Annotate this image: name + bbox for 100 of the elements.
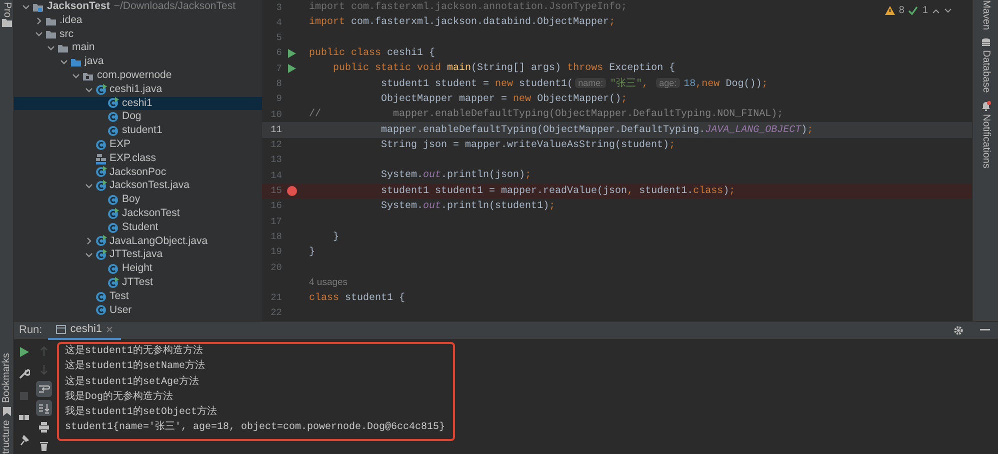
check-icon[interactable] bbox=[908, 6, 918, 15]
line-number: 17 bbox=[270, 214, 282, 229]
breakpoint-icon[interactable] bbox=[287, 186, 297, 196]
tree-item[interactable]: Test bbox=[14, 290, 262, 304]
tree-item[interactable]: JacksonPoc bbox=[14, 166, 262, 180]
line-number: 13 bbox=[270, 153, 282, 168]
tree-item[interactable]: java bbox=[14, 55, 262, 69]
run-icon[interactable] bbox=[288, 49, 296, 58]
line-number: 12 bbox=[270, 138, 282, 152]
class-icon bbox=[107, 97, 119, 110]
console-line: student1{name='张三', age=18, object=com.powernode.Dog@6cc4c815} bbox=[65, 420, 446, 436]
class-icon bbox=[94, 249, 106, 262]
notifications-tab[interactable]: Notifications bbox=[980, 114, 992, 168]
database-icon[interactable] bbox=[982, 38, 990, 48]
project-tab[interactable]: Pro bbox=[0, 2, 12, 18]
tree-item[interactable]: ceshi1 bbox=[14, 96, 262, 110]
class-icon bbox=[94, 235, 106, 248]
code-text: } bbox=[332, 230, 340, 245]
minimize-icon[interactable] bbox=[980, 329, 990, 332]
code-text: System.out.println(json); bbox=[380, 168, 532, 184]
warning-icon[interactable] bbox=[884, 6, 895, 15]
class-icon bbox=[107, 276, 119, 289]
tree-item[interactable]: Height bbox=[14, 262, 262, 276]
chevron-right-icon[interactable] bbox=[84, 237, 92, 246]
tree-item[interactable]: JTTest bbox=[14, 276, 262, 290]
tree-item[interactable]: com.powernode bbox=[14, 68, 262, 83]
line-number: 7 bbox=[275, 62, 282, 76]
scroll-end-icon[interactable] bbox=[36, 400, 52, 416]
code-text: class student1 { bbox=[309, 292, 406, 306]
chevron-up-icon[interactable] bbox=[932, 8, 940, 14]
tree-item[interactable]: JavaLangObject.java bbox=[14, 234, 262, 248]
code-text: // mapper.enableDefaultTyping(ObjectMapper.DefaultTyping.NON_FINAL); bbox=[309, 108, 784, 122]
console-line: 这是student1的setAge方法 bbox=[65, 374, 200, 390]
class-icon bbox=[94, 138, 106, 151]
tree-item[interactable]: .idea bbox=[14, 14, 262, 28]
line-number: 21 bbox=[270, 291, 282, 306]
tree-item[interactable]: JTTest.java bbox=[14, 248, 262, 262]
run-icon[interactable] bbox=[288, 64, 296, 74]
tree-item[interactable]: JacksonTest ~/Downloads/JacksonTest bbox=[14, 0, 262, 14]
class-icon bbox=[107, 125, 119, 138]
line-number: 4 bbox=[275, 16, 282, 30]
line-number: 6 bbox=[275, 46, 282, 60]
code-text: ObjectMapper mapper = new ObjectMapper(); bbox=[380, 92, 628, 107]
console-line: 这是student1的setName方法 bbox=[65, 359, 206, 374]
close-icon[interactable] bbox=[106, 326, 114, 334]
code-text: System.out.println(student1); bbox=[380, 200, 556, 214]
line-number: 16 bbox=[270, 199, 282, 214]
chevron-down-icon[interactable] bbox=[22, 2, 30, 11]
code-text: mapper.enableDefaultTyping(ObjectMapper.DefaultTyping.JAVA_LANG_OBJECT); bbox=[380, 124, 814, 138]
database-tab[interactable]: Database bbox=[980, 50, 992, 93]
bookmark-icon[interactable] bbox=[2, 407, 10, 416]
line-number: 8 bbox=[275, 77, 282, 91]
tree-item[interactable]: student1 bbox=[14, 124, 262, 138]
chevron-down-icon[interactable] bbox=[944, 8, 952, 14]
tree-item[interactable]: Boy bbox=[14, 193, 262, 207]
console-icon bbox=[56, 325, 66, 334]
bookmarks-tab[interactable]: Bookmarks bbox=[0, 353, 12, 404]
tree-item[interactable]: Dog bbox=[14, 110, 262, 124]
warning-count: 8 bbox=[898, 4, 904, 18]
print-icon[interactable] bbox=[36, 419, 52, 436]
line-number: 3 bbox=[275, 0, 282, 15]
tree-item[interactable]: EXP bbox=[14, 138, 262, 152]
tree-item[interactable]: EXP.class bbox=[14, 152, 262, 166]
tree-item[interactable]: JacksonTest bbox=[14, 206, 262, 221]
class-icon bbox=[107, 208, 119, 220]
folder-icon[interactable] bbox=[2, 18, 12, 27]
structure-tab[interactable]: tructure bbox=[0, 420, 12, 454]
wrap-icon[interactable] bbox=[36, 381, 52, 398]
class-icon bbox=[107, 194, 119, 206]
tree-item[interactable]: src bbox=[14, 28, 262, 42]
folder-icon bbox=[70, 56, 82, 68]
line-number: 15 bbox=[270, 184, 282, 198]
binary-file-icon bbox=[94, 152, 106, 165]
tree-item[interactable]: ceshi1.java bbox=[14, 82, 262, 97]
class-icon bbox=[94, 166, 106, 178]
code-text: public class ceshi1 { bbox=[309, 46, 436, 62]
code-text: import com.fasterxml.jackson.databind.ObjectMapper; bbox=[309, 16, 616, 30]
run-tab[interactable]: ceshi1 bbox=[48, 322, 122, 340]
line-number: 18 bbox=[270, 230, 282, 244]
chevron-down-icon[interactable] bbox=[84, 182, 92, 190]
code-text: import com.fasterxml.jackson.annotation.JsonTypeInfo; bbox=[309, 0, 628, 16]
project-path: ~/Downloads/JacksonTest bbox=[114, 0, 236, 14]
tree-item[interactable]: main bbox=[14, 41, 262, 56]
chevron-right-icon[interactable] bbox=[34, 16, 42, 25]
class-icon bbox=[94, 290, 106, 303]
settings-icon[interactable] bbox=[953, 325, 964, 336]
folder-icon bbox=[57, 42, 69, 54]
class-icon bbox=[94, 304, 106, 316]
code-text: } bbox=[309, 246, 316, 260]
bell-icon[interactable] bbox=[980, 100, 990, 111]
maven-tab[interactable]: Maven bbox=[980, 0, 992, 30]
line-number: 20 bbox=[270, 260, 282, 275]
chevron-down-icon[interactable] bbox=[84, 251, 92, 260]
tree-item[interactable]: JacksonTest.java bbox=[14, 179, 262, 194]
tree-item[interactable]: User bbox=[14, 304, 262, 318]
console-line: 这是student1的无参构造方法 bbox=[65, 344, 204, 360]
tree-item[interactable]: Student bbox=[14, 220, 262, 235]
class-icon bbox=[107, 222, 119, 234]
class-icon bbox=[94, 84, 106, 96]
line-number: 22 bbox=[270, 306, 282, 320]
